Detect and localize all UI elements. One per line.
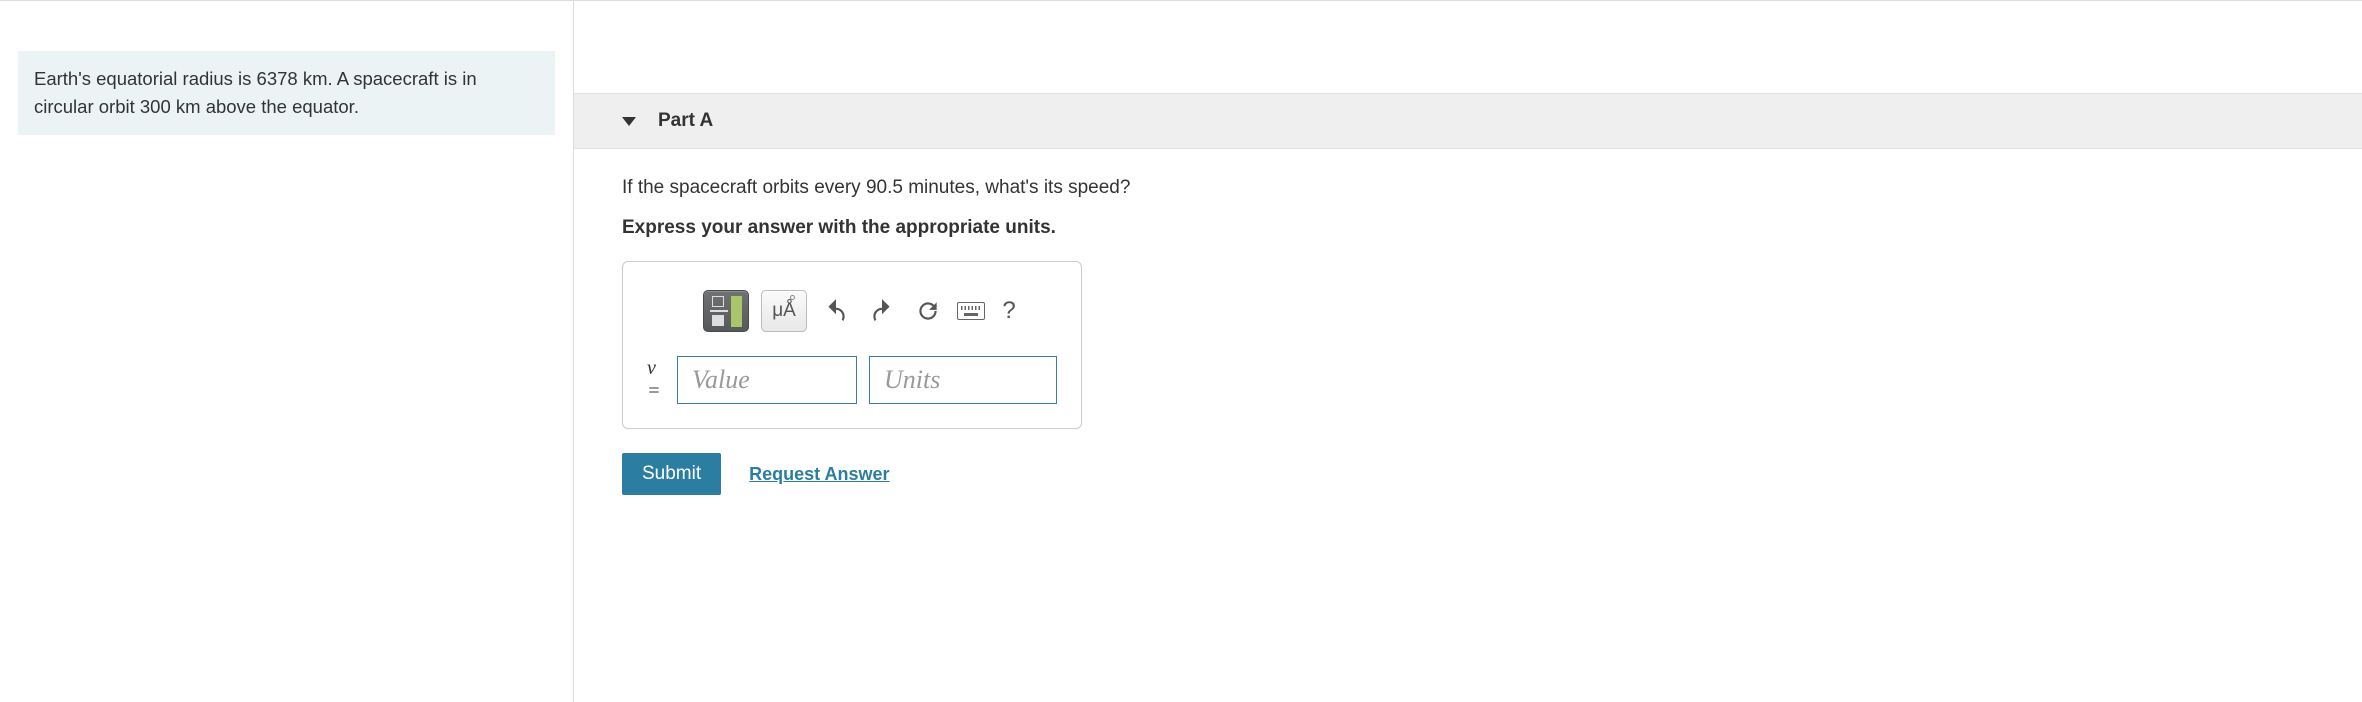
input-row: v =: [647, 356, 1057, 404]
answer-box: μÅ ?: [622, 261, 1082, 429]
undo-icon: [823, 298, 849, 324]
fraction-side-icon: [731, 296, 742, 327]
main-container: Earth's equatorial radius is 6378 km. A …: [0, 0, 2362, 702]
units-label: μÅ: [772, 300, 796, 322]
redo-icon: [869, 298, 895, 324]
units-tool-button[interactable]: μÅ: [761, 290, 807, 332]
fraction-tool-button[interactable]: [703, 290, 749, 332]
units-input[interactable]: [869, 356, 1057, 404]
keyboard-button[interactable]: [957, 302, 985, 320]
question-text: If the spacecraft orbits every 90.5 minu…: [622, 177, 2314, 199]
keyboard-icon: [957, 302, 985, 320]
problem-statement: Earth's equatorial radius is 6378 km. A …: [18, 51, 555, 135]
fraction-bar-icon: [710, 310, 728, 312]
caret-down-icon: [622, 117, 636, 126]
redo-button[interactable]: [865, 293, 899, 329]
request-answer-link[interactable]: Request Answer: [749, 464, 889, 485]
reset-icon: [915, 298, 941, 324]
part-header[interactable]: Part A: [574, 93, 2362, 149]
right-panel: Part A If the spacecraft orbits every 90…: [574, 1, 2362, 702]
toolbar: μÅ ?: [647, 290, 1057, 332]
variable-label: v =: [647, 357, 665, 403]
undo-button[interactable]: [819, 293, 853, 329]
fraction-denominator-icon: [712, 315, 724, 326]
angstrom-ring-icon: [790, 295, 795, 300]
help-button[interactable]: ?: [997, 297, 1021, 325]
fraction-numerator-icon: [712, 296, 724, 307]
reset-button[interactable]: [911, 293, 945, 329]
actions-row: Submit Request Answer: [622, 453, 2314, 495]
part-body: If the spacecraft orbits every 90.5 minu…: [574, 149, 2362, 523]
value-input[interactable]: [677, 356, 857, 404]
instruction-text: Express your answer with the appropriate…: [622, 217, 2314, 239]
submit-button[interactable]: Submit: [622, 453, 721, 495]
left-panel: Earth's equatorial radius is 6378 km. A …: [0, 1, 574, 702]
part-title: Part A: [658, 110, 713, 132]
